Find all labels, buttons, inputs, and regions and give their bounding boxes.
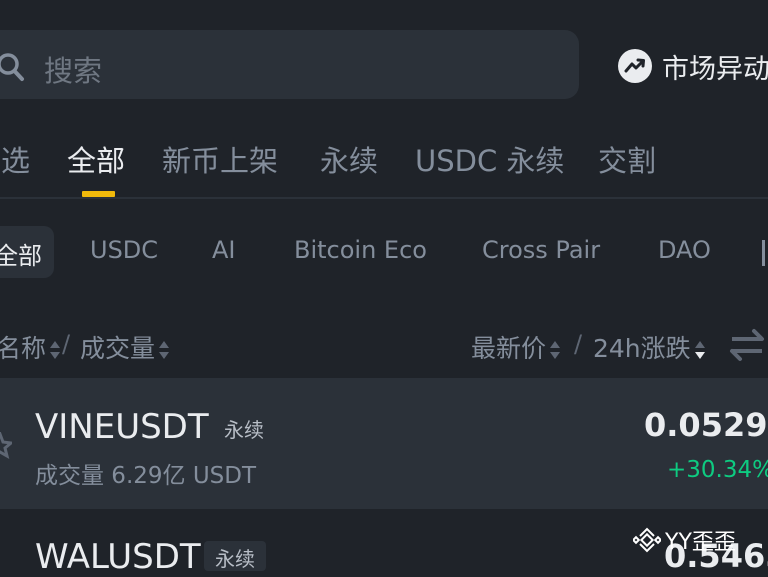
chip-overflow	[762, 240, 768, 266]
watermark: YY歪歪	[633, 524, 736, 556]
tab-new-listings[interactable]: 新币上架	[162, 138, 278, 180]
sort-change-label: 24h涨跌	[593, 334, 691, 363]
chip-cross-pair[interactable]: Cross Pair	[482, 236, 600, 264]
sort-arrows-active-icon	[694, 341, 705, 359]
last-price: 0.05297	[644, 406, 768, 444]
chip-dao[interactable]: DAO	[658, 236, 711, 264]
sort-by-last-price[interactable]: 最新价	[471, 329, 561, 365]
sort-name-label: 名称	[0, 334, 47, 363]
tab-perpetual[interactable]: 永续	[320, 138, 378, 180]
tab-usdc-perpetual[interactable]: USDC 永续	[415, 138, 564, 180]
swap-icon[interactable]	[728, 328, 768, 362]
tab-delivery[interactable]: 交割	[598, 138, 656, 180]
binance-logo-icon	[633, 527, 661, 553]
symbol-name: WALUSDT	[35, 537, 201, 577]
sort-separator: /	[62, 330, 71, 358]
tab-all[interactable]: 全部	[67, 138, 125, 180]
chip-ai[interactable]: AI	[212, 236, 236, 264]
tab-favorites[interactable]: 选	[1, 138, 30, 180]
market-move-label: 市场异动	[662, 53, 768, 85]
sort-volume-label: 成交量	[80, 334, 156, 363]
search-input[interactable]: 搜索	[44, 48, 102, 90]
contract-badge: 永续	[215, 547, 255, 571]
price-change: +30.34%	[667, 457, 768, 483]
symbol-name: VINEUSDT	[35, 407, 209, 447]
trending-chart-icon	[618, 49, 652, 83]
sort-price-label: 最新价	[471, 334, 547, 363]
chip-all[interactable]: 全部	[0, 236, 42, 271]
volume-text: 成交量 6.29亿 USDT	[35, 463, 257, 489]
search-icon[interactable]	[0, 52, 28, 82]
sort-arrows-icon	[159, 341, 170, 359]
sort-by-24h-change[interactable]: 24h涨跌	[593, 329, 706, 365]
sort-arrows-icon	[50, 341, 61, 359]
market-move-button[interactable]: 市场异动	[618, 48, 768, 85]
chip-usdc[interactable]: USDC	[90, 236, 158, 264]
sort-by-volume[interactable]: 成交量	[80, 329, 170, 365]
sort-separator: /	[574, 330, 583, 358]
star-icon[interactable]	[0, 432, 12, 460]
chip-bitcoin-eco[interactable]: Bitcoin Eco	[294, 236, 427, 264]
sort-arrows-icon	[550, 341, 561, 359]
tabs-divider	[0, 197, 768, 199]
sort-by-name[interactable]: 名称	[0, 329, 61, 365]
watermark-text: YY歪歪	[665, 530, 736, 555]
contract-badge: 永续	[224, 418, 264, 442]
